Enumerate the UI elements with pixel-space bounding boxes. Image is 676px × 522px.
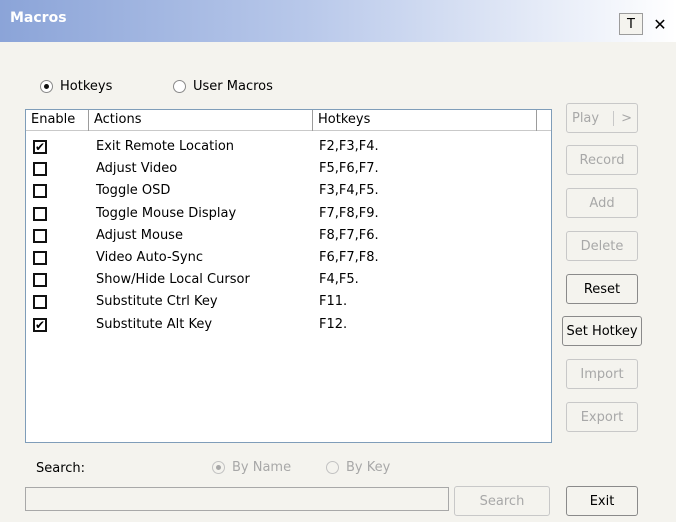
macros-window: Macros T ✕ Hotkeys User Macros Enable Ac… (0, 0, 676, 522)
enable-checkbox[interactable] (33, 273, 47, 288)
user-macros-radio[interactable]: User Macros (173, 79, 273, 94)
user-macros-radio-dot (173, 80, 186, 93)
enable-checkbox[interactable] (33, 184, 47, 199)
by-name-radio[interactable]: By Name (212, 460, 291, 475)
table-row[interactable]: Toggle OSD F3,F4,F5. (26, 180, 551, 202)
hotkeys-cell: F4,F5. (319, 272, 359, 288)
hotkeys-cell: F5,F6,F7. (319, 161, 379, 177)
hotkeys-cell: F11. (319, 294, 348, 310)
table-row[interactable]: Substitute Ctrl Key F11. (26, 291, 551, 313)
by-name-radio-dot (212, 461, 225, 474)
column-header-enable[interactable]: Enable (26, 110, 89, 131)
hotkeys-cell: F3,F4,F5. (319, 183, 379, 199)
play-arrow-icon: > (613, 110, 632, 126)
table-row[interactable]: Adjust Mouse F8,F7,F6. (26, 225, 551, 247)
column-header-hotkeys[interactable]: Hotkeys (313, 110, 537, 131)
enable-checkbox[interactable] (33, 206, 47, 221)
exit-button[interactable]: Exit (566, 486, 638, 516)
hotkeys-cell: F8,F7,F6. (319, 227, 379, 243)
list-header: Enable Actions Hotkeys (26, 110, 551, 131)
enable-checkbox[interactable]: ✔ (33, 140, 47, 154)
action-cell: Substitute Alt Key (96, 316, 213, 332)
enable-checkbox[interactable] (33, 251, 47, 265)
table-row[interactable]: Adjust Video F5,F6,F7. (26, 158, 551, 180)
hotkeys-radio-label: Hotkeys (60, 79, 113, 94)
hotkeys-cell: F12. (319, 316, 348, 332)
action-cell: Exit Remote Location (96, 139, 235, 154)
table-row[interactable]: Video Auto-Sync F6,F7,F8. (26, 247, 551, 269)
hotkeys-cell: F2,F3,F4. (319, 139, 379, 154)
play-button[interactable]: Play > (566, 103, 638, 133)
table-row[interactable]: ✔ Exit Remote Location F2,F3,F4. (26, 136, 551, 158)
table-row[interactable]: Toggle Mouse Display F7,F8,F9. (26, 203, 551, 225)
check-icon: ✔ (35, 140, 46, 154)
check-icon: ✔ (35, 317, 46, 332)
add-button[interactable]: Add (566, 188, 638, 218)
close-button[interactable]: ✕ (650, 13, 670, 35)
table-row[interactable]: Show/Hide Local Cursor F4,F5. (26, 269, 551, 291)
by-key-radio-label: By Key (346, 460, 391, 475)
enable-checkbox[interactable] (33, 162, 47, 177)
action-cell: Toggle Mouse Display (96, 205, 237, 221)
action-cell: Adjust Mouse (96, 227, 183, 243)
action-cell: Adjust Video (96, 161, 178, 177)
pin-button[interactable]: T (619, 13, 643, 35)
user-macros-radio-label: User Macros (193, 79, 273, 94)
enable-checkbox[interactable]: ✔ (33, 317, 47, 332)
record-button[interactable]: Record (566, 145, 638, 175)
enable-checkbox[interactable] (33, 295, 47, 310)
search-label: Search: (36, 461, 86, 476)
by-key-radio[interactable]: By Key (326, 460, 390, 475)
by-key-radio-dot (326, 461, 339, 474)
title-bar: Macros T ✕ (0, 0, 676, 42)
delete-button[interactable]: Delete (566, 231, 638, 261)
hotkeys-list[interactable]: Enable Actions Hotkeys ✔ Exit Remote Loca… (25, 109, 552, 443)
hotkeys-radio[interactable]: Hotkeys (40, 79, 112, 94)
hotkeys-cell: F7,F8,F9. (319, 205, 379, 221)
hotkeys-radio-dot (40, 80, 53, 93)
window-title: Macros (10, 10, 67, 26)
pin-icon: T (627, 16, 635, 32)
search-input[interactable] (25, 487, 449, 511)
by-name-radio-label: By Name (232, 460, 292, 475)
column-header-actions[interactable]: Actions (89, 110, 313, 131)
action-cell: Show/Hide Local Cursor (96, 272, 250, 288)
enable-checkbox[interactable] (33, 228, 47, 243)
action-cell: Toggle OSD (96, 183, 171, 199)
export-button[interactable]: Export (566, 402, 638, 432)
hotkeys-cell: F6,F7,F8. (319, 250, 379, 265)
import-button[interactable]: Import (566, 359, 638, 389)
play-button-label: Play (571, 110, 600, 126)
set-hotkey-button[interactable]: Set Hotkey (562, 316, 642, 346)
search-button[interactable]: Search (454, 486, 550, 516)
action-cell: Video Auto-Sync (96, 250, 204, 265)
reset-button[interactable]: Reset (566, 274, 638, 304)
close-icon: ✕ (653, 14, 667, 34)
table-row[interactable]: ✔ Substitute Alt Key F12. (26, 314, 551, 336)
action-cell: Substitute Ctrl Key (96, 294, 218, 310)
